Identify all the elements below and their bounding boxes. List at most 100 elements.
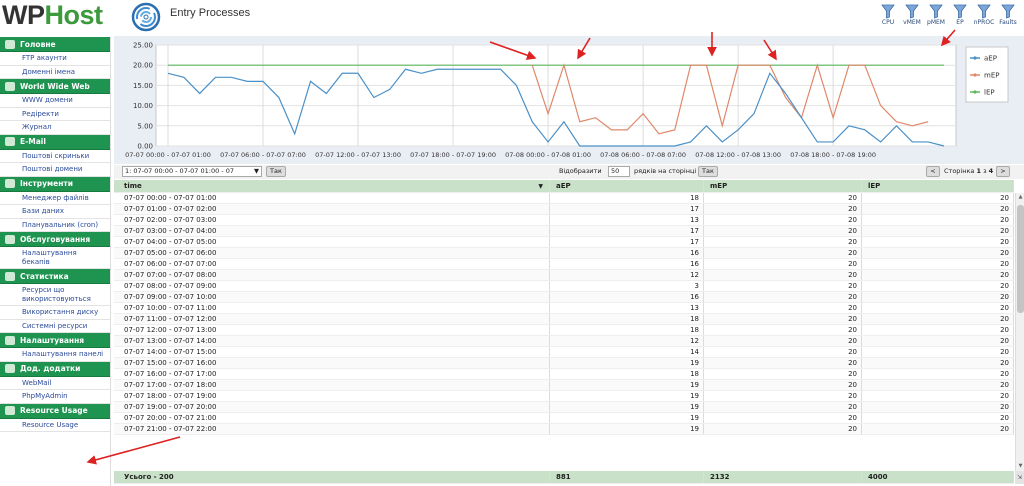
column-header-time[interactable]: time ▼ [114,180,550,192]
sidebar-item[interactable]: Налаштування панелі [0,348,110,362]
rows-per-page-input[interactable]: 50 [608,166,630,177]
table-row[interactable]: 07-07 07:00 - 07-07 08:00 12 20 20 [114,270,1014,281]
table-row[interactable]: 07-07 08:00 - 07-07 09:00 3 20 20 [114,281,1014,292]
filter-cpu[interactable]: CPU [878,4,898,26]
table-cell: 17 [550,204,704,214]
table-cell: 20 [704,193,862,203]
sidebar-item[interactable]: Ресурси що використовуються [0,284,110,306]
table-row[interactable]: 07-07 04:00 - 07-07 05:00 17 20 20 [114,237,1014,248]
table-cell: 07-07 20:00 - 07-07 21:00 [114,413,550,423]
table-cell: 20 [704,314,862,324]
table-header: time ▼ aEP mEP lEP [114,180,1014,193]
sidebar-item[interactable]: WWW домени [0,94,110,108]
sidebar-item[interactable]: Використання диску [0,306,110,320]
filter-vmem[interactable]: vMEM [902,4,922,26]
chevron-down-icon: ▼ [254,167,259,175]
legend-label: aEP [984,55,997,63]
table-row[interactable]: 07-07 12:00 - 07-07 13:00 18 20 20 [114,325,1014,336]
sidebar-item[interactable]: WebMail [0,377,110,390]
filter-icon [1001,4,1015,19]
sidebar-section-6[interactable]: Налаштування [0,333,110,348]
column-header-mep[interactable]: mEP [704,180,862,192]
sidebar-item[interactable]: Журнал [0,121,110,135]
table-cell: 16 [550,292,704,302]
table-row[interactable]: 07-07 14:00 - 07-07 15:00 14 20 20 [114,347,1014,358]
scroll-up-icon[interactable]: ▲ [1017,194,1024,201]
scroll-thumb[interactable] [1017,205,1024,313]
sidebar-section-8[interactable]: Resource Usage [0,403,110,419]
table-row[interactable]: 07-07 01:00 - 07-07 02:00 17 20 20 [114,204,1014,215]
column-header-lep[interactable]: lEP [862,180,1014,192]
filter-nproc[interactable]: nPROC [974,4,994,26]
sidebar-item[interactable]: Бази даних [0,205,110,219]
prev-page-button[interactable]: < [926,166,940,177]
table-row[interactable]: 07-07 20:00 - 07-07 21:00 19 20 20 [114,413,1014,424]
table-cell: 20 [862,424,1014,434]
table-cell: 20 [862,281,1014,291]
table-row[interactable]: 07-07 10:00 - 07-07 11:00 13 20 20 [114,303,1014,314]
sidebar-item[interactable]: Менеджер файлів [0,192,110,205]
table-row[interactable]: 07-07 17:00 - 07-07 18:00 19 20 20 [114,380,1014,391]
next-page-button[interactable]: > [996,166,1010,177]
table-cell: 20 [704,215,862,225]
sidebar-item[interactable]: Планувальник (cron) [0,219,110,232]
sidebar-item[interactable]: Доменні імена [0,66,110,79]
sidebar-item[interactable]: Системні ресурси [0,320,110,333]
table-cell: 07-07 10:00 - 07-07 11:00 [114,303,550,313]
section-icon [5,179,15,188]
table-row[interactable]: 07-07 05:00 - 07-07 06:00 16 20 20 [114,248,1014,259]
sidebar-item[interactable]: Редіректи [0,108,110,121]
table-cell: 20 [862,380,1014,390]
table-row[interactable]: 07-07 02:00 - 07-07 03:00 13 20 20 [114,215,1014,226]
table-scrollbar[interactable]: ▲ ▼ [1015,193,1024,471]
table-row[interactable]: 07-07 06:00 - 07-07 07:00 16 20 20 [114,259,1014,270]
table-cell: 07-07 18:00 - 07-07 19:00 [114,391,550,401]
table-cell: 12 [550,270,704,280]
export-icon[interactable]: ⇲ [1015,471,1024,484]
table-row[interactable]: 07-07 13:00 - 07-07 14:00 12 20 20 [114,336,1014,347]
sidebar-item[interactable]: PhpMyAdmin [0,390,110,404]
table-cell: 07-07 14:00 - 07-07 15:00 [114,347,550,357]
sidebar-item[interactable]: FTP акаунти [0,52,110,66]
filter-faults[interactable]: Faults [998,4,1018,26]
apply-rows-button[interactable]: Так [698,166,718,177]
scroll-down-icon[interactable]: ▼ [1017,463,1024,470]
table-cell: 19 [550,391,704,401]
sidebar-item[interactable]: Налаштування бекапів [0,247,110,269]
table-row[interactable]: 07-07 09:00 - 07-07 10:00 16 20 20 [114,292,1014,303]
table-cell: 19 [550,402,704,412]
table-cell: 20 [862,369,1014,379]
sidebar-section-4[interactable]: Обслуговування [0,232,110,247]
sidebar-section-1[interactable]: World Wide Web [0,79,110,94]
column-header-aep[interactable]: aEP [550,180,704,192]
sidebar-item[interactable]: Поштові домени [0,163,110,177]
table-row[interactable]: 07-07 18:00 - 07-07 19:00 19 20 20 [114,391,1014,402]
section-icon [5,137,15,146]
table-row[interactable]: 07-07 11:00 - 07-07 12:00 18 20 20 [114,314,1014,325]
sidebar-section-7[interactable]: Дод. додатки [0,361,110,377]
x-tick-label: 07-08 18:00 - 07-08 19:00 [790,151,876,159]
go-button[interactable]: Так [266,166,286,177]
sidebar-section-5[interactable]: Статистика [0,269,110,284]
sidebar-section-2[interactable]: E-Mail [0,134,110,150]
table-cell: 19 [550,358,704,368]
table-cell: 07-07 01:00 - 07-07 02:00 [114,204,550,214]
sidebar-item[interactable]: Resource Usage [0,419,110,432]
table-row[interactable]: 07-07 19:00 - 07-07 20:00 19 20 20 [114,402,1014,413]
sidebar-section-3[interactable]: Інструменти [0,176,110,192]
table-cell: 20 [862,347,1014,357]
sidebar-item[interactable]: Поштові скриньки [0,150,110,163]
table-cell: 20 [704,237,862,247]
time-range-select[interactable]: 1: 07-07 00:00 - 07-07 01:00 - 07 ▼ [122,166,262,177]
table-row[interactable]: 07-07 15:00 - 07-07 16:00 19 20 20 [114,358,1014,369]
table-row[interactable]: 07-07 21:00 - 07-07 22:00 19 20 20 [114,424,1014,435]
filter-pmem[interactable]: pMEM [926,4,946,26]
table-row[interactable]: 07-07 16:00 - 07-07 17:00 18 20 20 [114,369,1014,380]
table-cell: 12 [550,336,704,346]
table-row[interactable]: 07-07 03:00 - 07-07 04:00 17 20 20 [114,226,1014,237]
chart: 0.00 5.00 10.00 15.00 20.00 25.00 07-07 00:00 … [114,36,1024,164]
table-row[interactable]: 07-07 00:00 - 07-07 01:00 18 20 20 [114,193,1014,204]
table-cell: 20 [704,380,862,390]
sidebar-section-0[interactable]: Головне [0,37,110,52]
filter-ep[interactable]: EP [950,4,970,26]
